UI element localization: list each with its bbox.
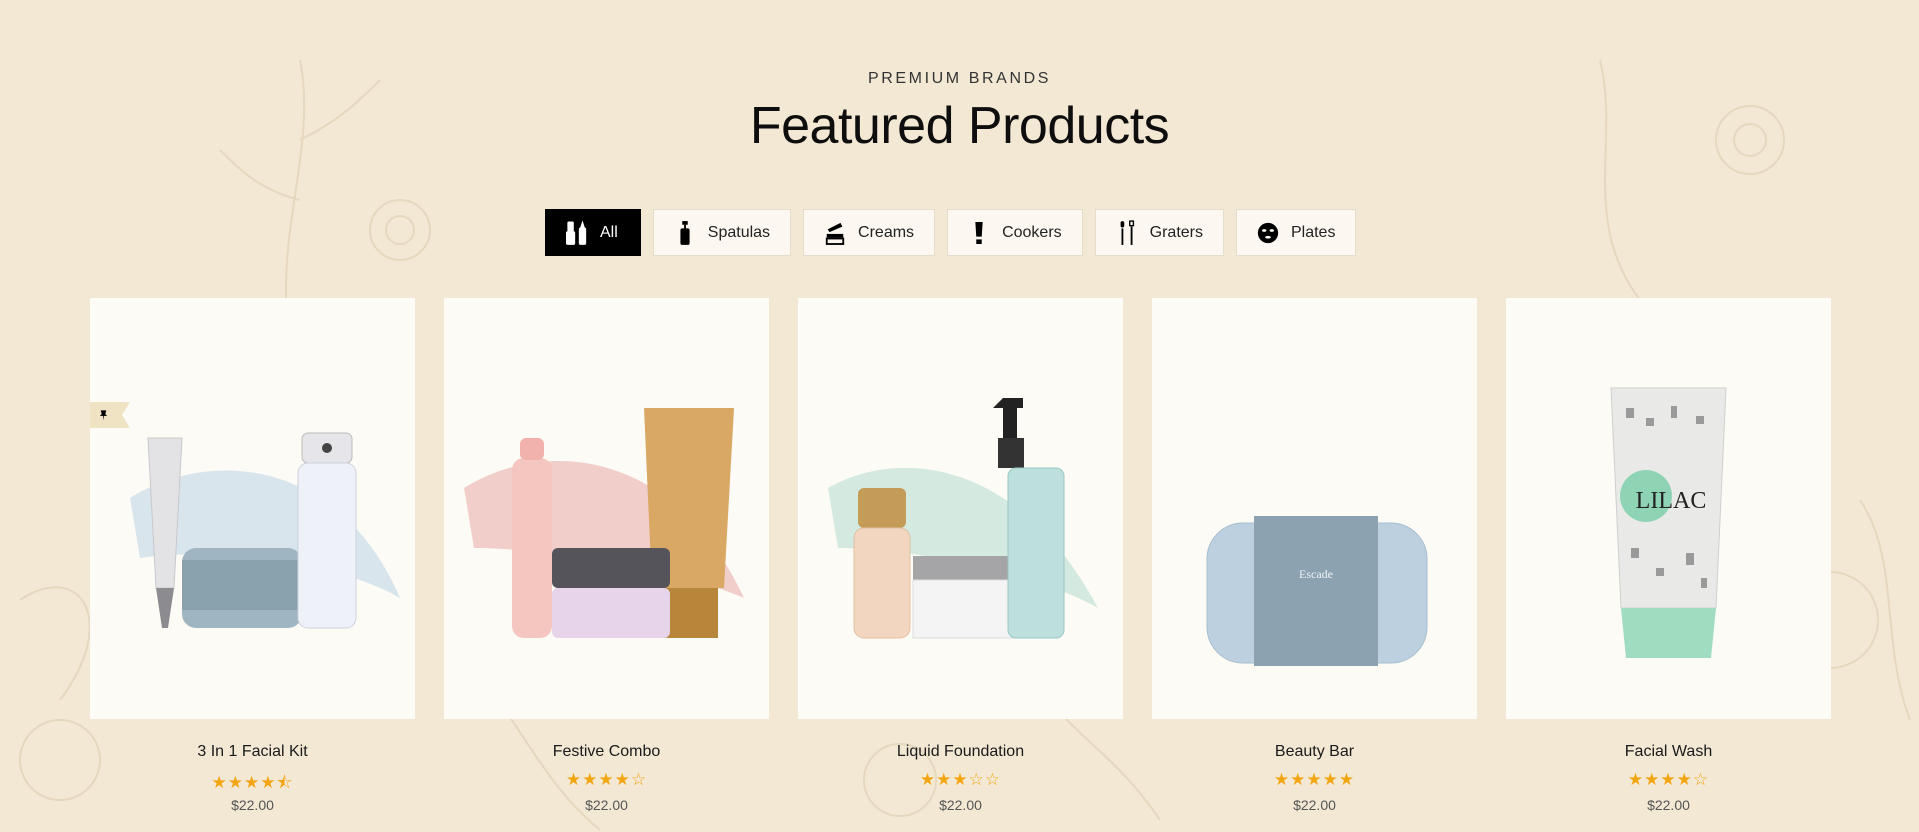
makeup-tools-icon bbox=[566, 220, 588, 246]
rating-stars: ★★★★☆ bbox=[565, 770, 648, 789]
tab-label: Creams bbox=[858, 223, 915, 241]
product-name[interactable]: Festive Combo bbox=[444, 743, 769, 761]
liquid-foundation-illustration bbox=[828, 398, 1098, 639]
product-image[interactable] bbox=[444, 298, 769, 719]
featured-products-section: PREMIUM BRANDS Featured Products All Spa… bbox=[0, 0, 1919, 832]
product-image[interactable]: LILAC bbox=[1506, 298, 1831, 719]
section-eyebrow: PREMIUM BRANDS bbox=[867, 70, 1052, 87]
lipstick-icon bbox=[968, 220, 990, 246]
tab-creams[interactable]: Creams bbox=[803, 209, 936, 256]
product-name[interactable]: Facial Wash bbox=[1506, 743, 1831, 761]
brush-icon bbox=[1116, 219, 1138, 246]
tab-label: Cookers bbox=[1002, 223, 1062, 241]
cream-jar-icon bbox=[824, 220, 846, 246]
product-price: $22.00 bbox=[1647, 797, 1690, 813]
product-name[interactable]: Liquid Foundation bbox=[798, 743, 1123, 761]
product-name[interactable]: Beauty Bar bbox=[1152, 743, 1477, 761]
tab-label: Graters bbox=[1149, 223, 1203, 241]
product-image[interactable]: Escade bbox=[1152, 298, 1477, 719]
product-name[interactable]: 3 In 1 Facial Kit bbox=[90, 743, 415, 761]
tab-label: All bbox=[600, 223, 618, 241]
product-image[interactable] bbox=[798, 298, 1123, 719]
tab-cookers[interactable]: Cookers bbox=[947, 209, 1083, 256]
rating-stars: ★★★☆☆ bbox=[919, 770, 1002, 789]
tab-label: Plates bbox=[1290, 223, 1336, 241]
svg-text:Escade: Escade bbox=[1299, 567, 1333, 581]
product-card[interactable]: 3 In 1 Facial Kit ★★★★⯪ $22.00 bbox=[90, 298, 415, 813]
category-tabs: All Spatulas Creams Cookers Graters Plat… bbox=[545, 209, 1357, 256]
pump-bottle-icon bbox=[674, 220, 696, 246]
tab-graters[interactable]: Graters bbox=[1094, 209, 1224, 256]
tab-plates[interactable]: Plates bbox=[1235, 209, 1357, 256]
festive-combo-illustration bbox=[464, 408, 744, 638]
product-card[interactable]: Liquid Foundation ★★★☆☆ $22.00 bbox=[798, 298, 1123, 813]
product-card[interactable]: Escade Beauty Bar ★★★★★ $22.00 bbox=[1152, 298, 1477, 813]
tab-all[interactable]: All bbox=[545, 209, 641, 256]
pin-icon bbox=[99, 410, 108, 421]
product-card[interactable]: LILAC Facial Wash ★★★★☆ $22.00 bbox=[1506, 298, 1831, 813]
product-price: $22.00 bbox=[231, 797, 274, 813]
product-image[interactable] bbox=[90, 298, 415, 719]
product-price: $22.00 bbox=[939, 797, 982, 813]
tab-spatulas[interactable]: Spatulas bbox=[652, 209, 792, 256]
beauty-bar-illustration: Escade bbox=[1206, 516, 1428, 666]
face-mask-icon bbox=[1257, 220, 1279, 246]
facial-kit-illustration bbox=[130, 432, 400, 629]
product-price: $22.00 bbox=[1293, 797, 1336, 813]
rating-stars: ★★★★⯪ bbox=[211, 773, 294, 792]
svg-text:LILAC: LILAC bbox=[1636, 488, 1707, 514]
facial-wash-illustration: LILAC bbox=[1610, 387, 1727, 658]
product-grid: 3 In 1 Facial Kit ★★★★⯪ $22.00 Festive C… bbox=[90, 298, 1831, 813]
section-title: Featured Products bbox=[749, 97, 1170, 155]
product-price: $22.00 bbox=[585, 797, 628, 813]
product-card[interactable]: Festive Combo ★★★★☆ $22.00 bbox=[444, 298, 769, 813]
rating-stars: ★★★★☆ bbox=[1627, 770, 1710, 789]
tab-label: Spatulas bbox=[707, 223, 771, 241]
rating-stars: ★★★★★ bbox=[1273, 770, 1356, 789]
